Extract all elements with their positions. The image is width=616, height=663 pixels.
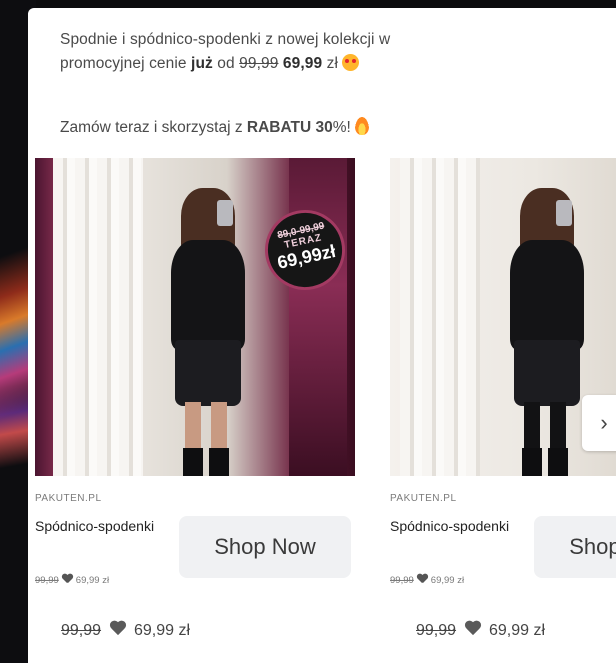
footer-price: 99,99 69,99 zł — [61, 621, 190, 640]
mini-old-price: 99,99 — [390, 575, 414, 586]
heart-icon — [417, 574, 428, 584]
footer-new-price: 69,99 zł — [133, 622, 190, 639]
post-caption: Spodnie i spódnico-spodenki z nowej kole… — [60, 28, 580, 76]
product-image[interactable]: 89,0-99,99 TERAZ 69,99zł — [35, 158, 355, 476]
source-domain: PAKUTEN.PL — [35, 493, 102, 504]
heart-icon — [464, 621, 482, 637]
model-figure — [502, 188, 592, 476]
caption-line2-text: Zamów teraz i skorzystaj z — [60, 119, 243, 136]
shop-now-button[interactable]: Shop Now — [179, 516, 351, 578]
product-image[interactable]: › — [390, 158, 616, 476]
mini-old-price: 99,99 — [35, 575, 59, 586]
product-title[interactable]: Spódnico-spodenki — [390, 515, 520, 537]
caption-discount: RABATU 30 — [246, 119, 333, 136]
ad-post: Spodnie i spódnico-spodenki z nowej kole… — [28, 8, 616, 663]
next-arrow-icon[interactable]: › — [582, 395, 616, 451]
footer-old-price: 99,99 — [416, 622, 457, 639]
heart-icon — [62, 574, 73, 584]
product-title[interactable]: Spódnico-spodenki — [35, 515, 165, 537]
curtain-decor — [400, 158, 480, 476]
caption-percent: %! — [332, 119, 351, 136]
star-struck-emoji-icon — [342, 54, 360, 71]
heart-icon — [109, 621, 127, 637]
caption-line2: Zamów teraz i skorzystaj z RABATU 30%! — [60, 117, 370, 137]
caption-line1: Spodnie i spódnico-spodenki z nowej kole… — [60, 31, 391, 48]
mini-price: 99,99 69,99 zł — [390, 574, 464, 586]
footer-price: 99,99 69,99 zł — [416, 621, 545, 640]
mini-new-price: 69,99 zł — [75, 575, 110, 586]
caption-old-price: 99,99 — [239, 55, 279, 72]
curtain-decor — [53, 158, 143, 476]
product-card[interactable]: › PAKUTEN.PL Spódnico-spodenki 99,99 69,9… — [390, 158, 616, 663]
frame-decor — [289, 158, 347, 476]
model-figure — [163, 188, 253, 476]
caption-bold: już — [191, 55, 213, 72]
fire-emoji-icon — [355, 117, 370, 135]
mini-new-price: 69,99 zł — [430, 575, 465, 586]
shop-now-button[interactable]: Shop Now — [534, 516, 616, 578]
product-card[interactable]: 89,0-99,99 TERAZ 69,99zł PAKUTEN.PL Spód… — [35, 158, 355, 663]
caption-text-od: od — [217, 55, 235, 72]
footer-new-price: 69,99 zł — [488, 622, 545, 639]
caption-currency: zł — [326, 55, 339, 72]
caption-text: promocyjnej cenie — [60, 55, 187, 72]
mini-price: 99,99 69,99 zł — [35, 574, 109, 586]
caption-new-price: 69,99 — [282, 55, 323, 72]
footer-old-price: 99,99 — [61, 622, 102, 639]
source-domain: PAKUTEN.PL — [390, 493, 457, 504]
